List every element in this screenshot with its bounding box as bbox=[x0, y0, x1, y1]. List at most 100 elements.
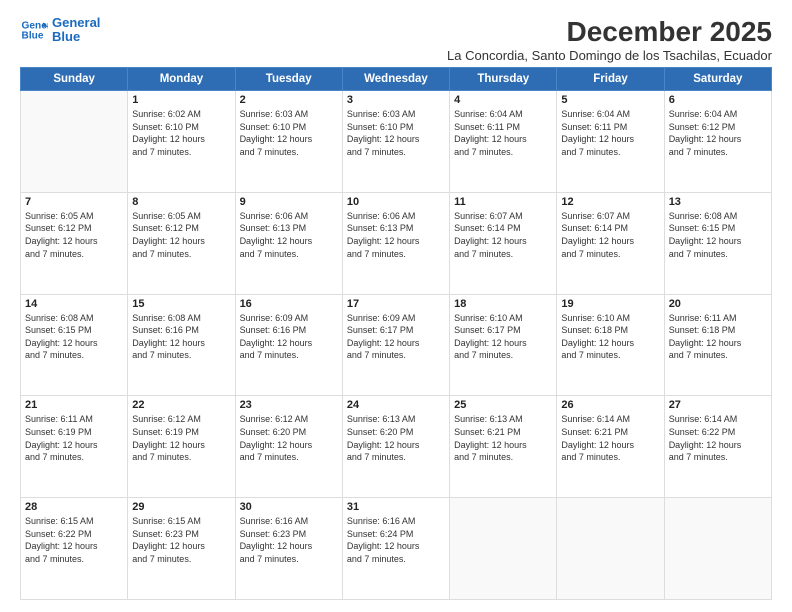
calendar-cell: 9 Sunrise: 6:06 AM Sunset: 6:13 PM Daylig… bbox=[235, 192, 342, 294]
calendar-cell: 25 Sunrise: 6:13 AM Sunset: 6:21 PM Dayli… bbox=[450, 396, 557, 498]
day-info: Sunrise: 6:03 AM Sunset: 6:10 PM Dayligh… bbox=[240, 108, 338, 158]
day-number: 4 bbox=[454, 94, 552, 106]
calendar-week-row: 14Sunrise: 6:08 AM Sunset: 6:15 PM Dayli… bbox=[21, 294, 772, 396]
calendar-cell: 5 Sunrise: 6:04 AM Sunset: 6:11 PM Daylig… bbox=[557, 91, 664, 193]
calendar-week-row: 1Sunrise: 6:02 AM Sunset: 6:10 PM Daylig… bbox=[21, 91, 772, 193]
day-info: Sunrise: 6:11 AM Sunset: 6:18 PM Dayligh… bbox=[669, 312, 767, 362]
day-number: 3 bbox=[347, 94, 445, 106]
page: General Blue General Blue December 2025 … bbox=[0, 0, 792, 612]
calendar-cell: 10 Sunrise: 6:06 AM Sunset: 6:13 PM Dayli… bbox=[342, 192, 449, 294]
day-number: 19 bbox=[561, 298, 659, 310]
calendar-cell: 12Sunrise: 6:07 AM Sunset: 6:14 PM Dayli… bbox=[557, 192, 664, 294]
day-number: 18 bbox=[454, 298, 552, 310]
day-info: Sunrise: 6:07 AM Sunset: 6:14 PM Dayligh… bbox=[454, 210, 552, 260]
day-header-wednesday: Wednesday bbox=[342, 68, 449, 91]
calendar-cell bbox=[21, 91, 128, 193]
day-info: Sunrise: 6:08 AM Sunset: 6:15 PM Dayligh… bbox=[669, 210, 767, 260]
day-number: 28 bbox=[25, 501, 123, 513]
calendar-cell: 8 Sunrise: 6:05 AM Sunset: 6:12 PM Daylig… bbox=[128, 192, 235, 294]
day-info: Sunrise: 6:08 AM Sunset: 6:16 PM Dayligh… bbox=[132, 312, 230, 362]
calendar-cell: 26Sunrise: 6:14 AM Sunset: 6:21 PM Dayli… bbox=[557, 396, 664, 498]
day-number: 11 bbox=[454, 196, 552, 208]
day-info: Sunrise: 6:15 AM Sunset: 6:23 PM Dayligh… bbox=[132, 515, 230, 565]
logo-line1: General bbox=[52, 16, 100, 30]
calendar-cell: 4 Sunrise: 6:04 AM Sunset: 6:11 PM Daylig… bbox=[450, 91, 557, 193]
calendar-cell: 14Sunrise: 6:08 AM Sunset: 6:15 PM Dayli… bbox=[21, 294, 128, 396]
calendar-week-row: 21 Sunrise: 6:11 AM Sunset: 6:19 PM Dayli… bbox=[21, 396, 772, 498]
day-info: Sunrise: 6:04 AM Sunset: 6:11 PM Dayligh… bbox=[561, 108, 659, 158]
day-number: 5 bbox=[561, 94, 659, 106]
day-info: Sunrise: 6:15 AM Sunset: 6:22 PM Dayligh… bbox=[25, 515, 123, 565]
day-number: 17 bbox=[347, 298, 445, 310]
month-title: December 2025 bbox=[447, 16, 772, 48]
calendar-cell: 27 Sunrise: 6:14 AM Sunset: 6:22 PM Dayli… bbox=[664, 396, 771, 498]
calendar-cell bbox=[664, 498, 771, 600]
calendar-cell bbox=[450, 498, 557, 600]
day-info: Sunrise: 6:08 AM Sunset: 6:15 PM Dayligh… bbox=[25, 312, 123, 362]
day-number: 21 bbox=[25, 399, 123, 411]
day-info: Sunrise: 6:11 AM Sunset: 6:19 PM Dayligh… bbox=[25, 413, 123, 463]
day-number: 30 bbox=[240, 501, 338, 513]
calendar-cell: 23Sunrise: 6:12 AM Sunset: 6:20 PM Dayli… bbox=[235, 396, 342, 498]
day-info: Sunrise: 6:10 AM Sunset: 6:17 PM Dayligh… bbox=[454, 312, 552, 362]
subtitle: La Concordia, Santo Domingo de los Tsach… bbox=[447, 48, 772, 63]
calendar-header-row: SundayMondayTuesdayWednesdayThursdayFrid… bbox=[21, 68, 772, 91]
day-number: 10 bbox=[347, 196, 445, 208]
calendar-cell: 6Sunrise: 6:04 AM Sunset: 6:12 PM Daylig… bbox=[664, 91, 771, 193]
day-info: Sunrise: 6:12 AM Sunset: 6:19 PM Dayligh… bbox=[132, 413, 230, 463]
calendar-cell: 22 Sunrise: 6:12 AM Sunset: 6:19 PM Dayli… bbox=[128, 396, 235, 498]
calendar-cell: 15Sunrise: 6:08 AM Sunset: 6:16 PM Dayli… bbox=[128, 294, 235, 396]
calendar-cell: 24Sunrise: 6:13 AM Sunset: 6:20 PM Dayli… bbox=[342, 396, 449, 498]
day-info: Sunrise: 6:10 AM Sunset: 6:18 PM Dayligh… bbox=[561, 312, 659, 362]
day-number: 16 bbox=[240, 298, 338, 310]
calendar-cell: 17 Sunrise: 6:09 AM Sunset: 6:17 PM Dayli… bbox=[342, 294, 449, 396]
day-number: 7 bbox=[25, 196, 123, 208]
logo: General Blue General Blue bbox=[20, 16, 100, 45]
day-header-monday: Monday bbox=[128, 68, 235, 91]
day-number: 8 bbox=[132, 196, 230, 208]
calendar-cell: 13 Sunrise: 6:08 AM Sunset: 6:15 PM Dayli… bbox=[664, 192, 771, 294]
svg-text:Blue: Blue bbox=[22, 31, 44, 42]
day-info: Sunrise: 6:05 AM Sunset: 6:12 PM Dayligh… bbox=[25, 210, 123, 260]
calendar-cell: 31Sunrise: 6:16 AM Sunset: 6:24 PM Dayli… bbox=[342, 498, 449, 600]
calendar-cell: 21 Sunrise: 6:11 AM Sunset: 6:19 PM Dayli… bbox=[21, 396, 128, 498]
calendar-week-row: 7 Sunrise: 6:05 AM Sunset: 6:12 PM Daylig… bbox=[21, 192, 772, 294]
calendar-cell: 29 Sunrise: 6:15 AM Sunset: 6:23 PM Dayli… bbox=[128, 498, 235, 600]
day-number: 2 bbox=[240, 94, 338, 106]
calendar-cell: 20 Sunrise: 6:11 AM Sunset: 6:18 PM Dayli… bbox=[664, 294, 771, 396]
calendar-cell: 28 Sunrise: 6:15 AM Sunset: 6:22 PM Dayli… bbox=[21, 498, 128, 600]
day-info: Sunrise: 6:13 AM Sunset: 6:21 PM Dayligh… bbox=[454, 413, 552, 463]
day-number: 1 bbox=[132, 94, 230, 106]
calendar-cell: 3Sunrise: 6:03 AM Sunset: 6:10 PM Daylig… bbox=[342, 91, 449, 193]
day-number: 22 bbox=[132, 399, 230, 411]
logo-icon: General Blue bbox=[20, 16, 48, 44]
day-header-thursday: Thursday bbox=[450, 68, 557, 91]
day-info: Sunrise: 6:14 AM Sunset: 6:21 PM Dayligh… bbox=[561, 413, 659, 463]
day-info: Sunrise: 6:04 AM Sunset: 6:11 PM Dayligh… bbox=[454, 108, 552, 158]
day-number: 9 bbox=[240, 196, 338, 208]
day-info: Sunrise: 6:05 AM Sunset: 6:12 PM Dayligh… bbox=[132, 210, 230, 260]
day-number: 25 bbox=[454, 399, 552, 411]
day-number: 20 bbox=[669, 298, 767, 310]
calendar-cell: 16Sunrise: 6:09 AM Sunset: 6:16 PM Dayli… bbox=[235, 294, 342, 396]
day-info: Sunrise: 6:06 AM Sunset: 6:13 PM Dayligh… bbox=[347, 210, 445, 260]
day-number: 27 bbox=[669, 399, 767, 411]
title-block: December 2025 La Concordia, Santo Doming… bbox=[447, 16, 772, 63]
calendar-cell: 2 Sunrise: 6:03 AM Sunset: 6:10 PM Daylig… bbox=[235, 91, 342, 193]
calendar-week-row: 28 Sunrise: 6:15 AM Sunset: 6:22 PM Dayli… bbox=[21, 498, 772, 600]
day-header-saturday: Saturday bbox=[664, 68, 771, 91]
calendar-cell bbox=[557, 498, 664, 600]
day-number: 13 bbox=[669, 196, 767, 208]
day-info: Sunrise: 6:06 AM Sunset: 6:13 PM Dayligh… bbox=[240, 210, 338, 260]
calendar-cell: 30 Sunrise: 6:16 AM Sunset: 6:23 PM Dayli… bbox=[235, 498, 342, 600]
day-header-sunday: Sunday bbox=[21, 68, 128, 91]
calendar-cell: 11 Sunrise: 6:07 AM Sunset: 6:14 PM Dayli… bbox=[450, 192, 557, 294]
day-number: 29 bbox=[132, 501, 230, 513]
day-info: Sunrise: 6:16 AM Sunset: 6:23 PM Dayligh… bbox=[240, 515, 338, 565]
day-info: Sunrise: 6:09 AM Sunset: 6:17 PM Dayligh… bbox=[347, 312, 445, 362]
calendar-cell: 19 Sunrise: 6:10 AM Sunset: 6:18 PM Dayli… bbox=[557, 294, 664, 396]
day-info: Sunrise: 6:07 AM Sunset: 6:14 PM Dayligh… bbox=[561, 210, 659, 260]
day-info: Sunrise: 6:14 AM Sunset: 6:22 PM Dayligh… bbox=[669, 413, 767, 463]
day-header-friday: Friday bbox=[557, 68, 664, 91]
logo-line2: Blue bbox=[52, 30, 100, 44]
